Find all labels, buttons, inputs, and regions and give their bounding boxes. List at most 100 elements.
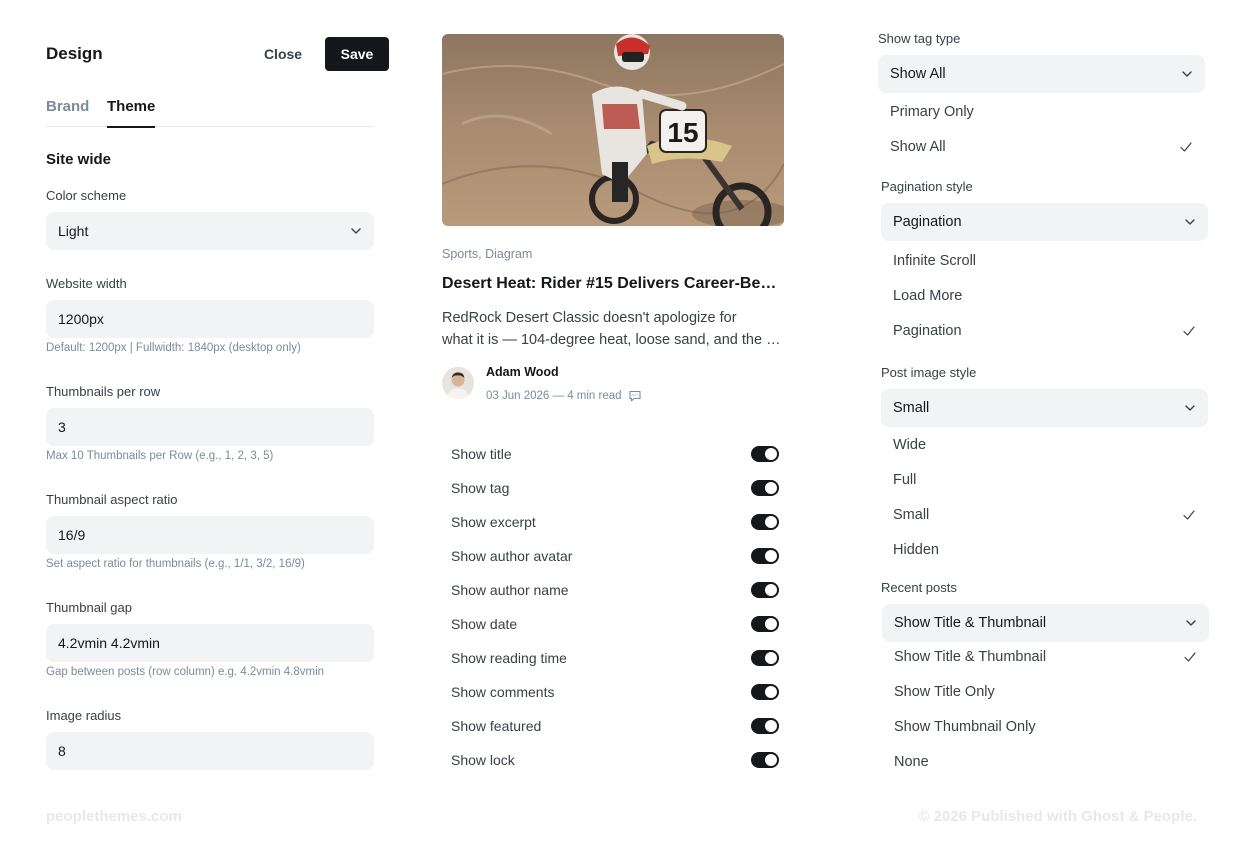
author-avatar-image xyxy=(442,367,474,399)
option-label: Primary Only xyxy=(890,103,974,120)
thumbnails-per-row-input[interactable]: 3 xyxy=(46,408,374,446)
recent-posts-option-title-only[interactable]: Show Title Only xyxy=(882,674,1209,709)
toggle-show-lock[interactable]: Show lock xyxy=(451,743,779,777)
toggle-label: Show featured xyxy=(451,718,542,734)
recent-posts-label: Recent posts xyxy=(881,580,957,595)
post-excerpt: RedRock Desert Classic doesn't apologize… xyxy=(442,307,784,351)
pagination-option-infinite-scroll[interactable]: Infinite Scroll xyxy=(881,243,1208,278)
chevron-down-icon xyxy=(1186,620,1196,626)
pagination-option-pagination[interactable]: Pagination xyxy=(881,313,1208,348)
toggle-switch[interactable] xyxy=(751,446,779,462)
aspect-ratio-input[interactable]: 16/9 xyxy=(46,516,374,554)
toggle-label: Show comments xyxy=(451,684,555,700)
pagination-selected: Pagination xyxy=(893,214,962,230)
toggle-switch[interactable] xyxy=(751,650,779,666)
chevron-down-icon xyxy=(351,228,361,234)
tag-type-option-primary-only[interactable]: Primary Only xyxy=(878,94,1205,129)
image-style-option-full[interactable]: Full xyxy=(881,462,1208,497)
image-radius-input[interactable]: 8 xyxy=(46,732,374,770)
author-avatar[interactable] xyxy=(442,367,474,399)
image-style-selected: Small xyxy=(893,400,930,416)
tag-type-select[interactable]: Show All xyxy=(878,55,1205,93)
footer-site-link[interactable]: peoplethemes.com xyxy=(46,808,182,825)
footer-copyright: © 2026 Published with Ghost & People. xyxy=(918,808,1197,825)
motocross-photo: 15 xyxy=(442,34,784,226)
option-label: Pagination xyxy=(893,322,962,339)
post-thumbnail[interactable]: 15 xyxy=(442,34,784,226)
toggle-show-author-avatar[interactable]: Show author avatar xyxy=(451,539,779,573)
toggle-switch[interactable] xyxy=(751,752,779,768)
toggle-switch[interactable] xyxy=(751,616,779,632)
toggle-label: Show reading time xyxy=(451,650,567,666)
pagination-option-load-more[interactable]: Load More xyxy=(881,278,1208,313)
toggle-show-title[interactable]: Show title xyxy=(451,437,779,471)
tag-type-option-show-all[interactable]: Show All xyxy=(878,129,1205,164)
check-icon xyxy=(1183,509,1195,520)
toggle-switch[interactable] xyxy=(751,582,779,598)
option-label: Show Thumbnail Only xyxy=(894,718,1036,735)
author-name[interactable]: Adam Wood xyxy=(486,365,559,379)
check-icon xyxy=(1183,325,1195,336)
recent-posts-option-thumbnail-only[interactable]: Show Thumbnail Only xyxy=(882,709,1209,744)
pagination-style-select[interactable]: Pagination xyxy=(881,203,1208,241)
toggle-label: Show title xyxy=(451,446,512,462)
toggle-show-featured[interactable]: Show featured xyxy=(451,709,779,743)
website-width-hint: Default: 1200px | Fullwidth: 1840px (des… xyxy=(46,342,301,354)
recent-posts-option-none[interactable]: None xyxy=(882,744,1209,779)
panel-title: Design xyxy=(46,44,103,63)
pagination-style-label: Pagination style xyxy=(881,179,973,194)
toggle-switch[interactable] xyxy=(751,548,779,564)
toggle-switch[interactable] xyxy=(751,718,779,734)
tab-theme[interactable]: Theme xyxy=(107,98,156,128)
post-meta: 03 Jun 2026 — 4 min read xyxy=(486,389,642,403)
toggle-show-excerpt[interactable]: Show excerpt xyxy=(451,505,779,539)
toggle-show-author-name[interactable]: Show author name xyxy=(451,573,779,607)
post-image-style-select[interactable]: Small xyxy=(881,389,1208,427)
panel-header: Design Close Save xyxy=(46,37,389,71)
chevron-down-icon xyxy=(1185,219,1195,225)
thumbnail-gap-label: Thumbnail gap xyxy=(46,600,132,615)
toggle-show-reading-time[interactable]: Show reading time xyxy=(451,641,779,675)
tag-type-label: Show tag type xyxy=(878,31,961,46)
website-width-input[interactable]: 1200px xyxy=(46,300,374,338)
toggle-switch[interactable] xyxy=(751,514,779,530)
aspect-ratio-label: Thumbnail aspect ratio xyxy=(46,492,178,507)
image-radius-label: Image radius xyxy=(46,708,122,723)
toggle-label: Show date xyxy=(451,616,518,632)
color-scheme-label: Color scheme xyxy=(46,188,127,203)
tag-type-selected: Show All xyxy=(890,66,946,82)
thumbnail-gap-hint: Gap between posts (row column) e.g. 4.2v… xyxy=(46,666,325,678)
toggle-switch[interactable] xyxy=(751,480,779,496)
toggle-label: Show author name xyxy=(451,582,569,598)
toggle-label: Show lock xyxy=(451,752,515,768)
toggle-label: Show tag xyxy=(451,480,510,496)
comment-icon[interactable] xyxy=(628,389,642,403)
website-width-label: Website width xyxy=(46,276,127,291)
aspect-ratio-hint: Set aspect ratio for thumbnails (e.g., 1… xyxy=(46,558,305,570)
image-style-option-wide[interactable]: Wide xyxy=(881,427,1208,462)
toggle-show-tag[interactable]: Show tag xyxy=(451,471,779,505)
option-label: Wide xyxy=(893,436,927,453)
excerpt-line-1: RedRock Desert Classic doesn't apologize… xyxy=(442,310,737,326)
chevron-down-icon xyxy=(1182,71,1192,77)
recent-posts-select[interactable]: Show Title & Thumbnail xyxy=(882,604,1209,642)
tab-brand[interactable]: Brand xyxy=(46,98,89,127)
color-scheme-select[interactable]: Light xyxy=(46,212,374,250)
toggle-switch[interactable] xyxy=(751,684,779,700)
toggle-show-date[interactable]: Show date xyxy=(451,607,779,641)
post-tags[interactable]: Sports, Diagram xyxy=(442,247,532,261)
post-title[interactable]: Desert Heat: Rider #15 Delivers Career-B… xyxy=(442,275,784,293)
chevron-down-icon xyxy=(1185,405,1195,411)
section-title: Site wide xyxy=(46,151,112,168)
check-icon xyxy=(1184,651,1196,662)
option-label: None xyxy=(894,753,929,770)
recent-posts-option-title-thumbnail[interactable]: Show Title & Thumbnail xyxy=(882,639,1209,674)
thumbnail-gap-input[interactable]: 4.2vmin 4.2vmin xyxy=(46,624,374,662)
toggle-show-comments[interactable]: Show comments xyxy=(451,675,779,709)
toggle-label: Show author avatar xyxy=(451,548,573,564)
close-button[interactable]: Close xyxy=(253,37,313,71)
image-style-option-hidden[interactable]: Hidden xyxy=(881,532,1208,567)
save-button[interactable]: Save xyxy=(325,37,389,71)
option-label: Load More xyxy=(893,287,963,304)
image-style-option-small[interactable]: Small xyxy=(881,497,1208,532)
